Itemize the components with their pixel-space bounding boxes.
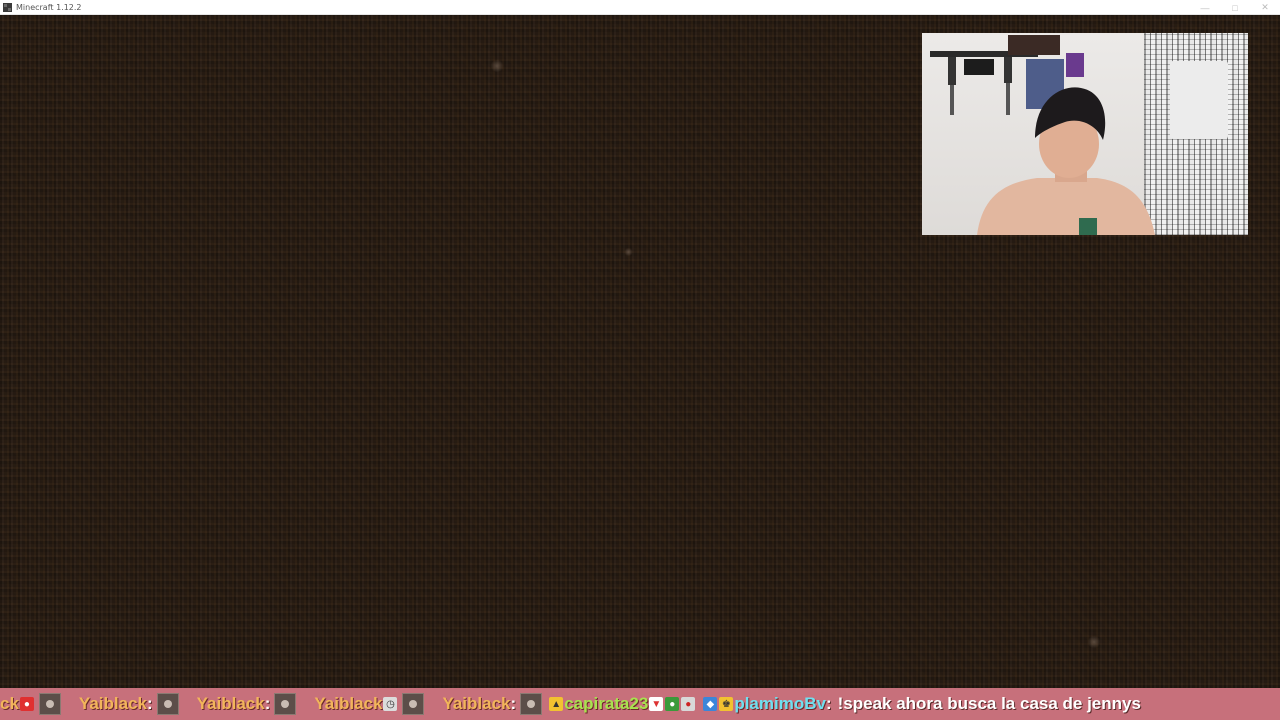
avatar	[402, 693, 425, 715]
maximize-icon[interactable]: □	[1220, 0, 1250, 15]
window-title: Minecraft 1.12.2	[16, 2, 82, 12]
badge-icon: ●	[19, 697, 34, 711]
chat-item: ▲ capirata23 ▼ ● ●	[548, 694, 696, 714]
window-titlebar: Minecraft 1.12.2 — □ ✕	[0, 0, 1280, 15]
badge-icon: ◆	[703, 697, 718, 711]
crown-icon: ♚	[719, 697, 734, 711]
chat-item: Yaiblack :	[79, 693, 183, 715]
chat-separator: :	[146, 694, 153, 713]
avatar	[520, 693, 543, 715]
webcam-poster	[1066, 53, 1084, 77]
badge-icon: ▼	[649, 697, 664, 711]
chat-item: Yaiblack ◷	[314, 693, 428, 715]
avatar	[156, 693, 179, 715]
chat-separator: :	[264, 694, 271, 713]
minimize-icon[interactable]: —	[1190, 0, 1220, 15]
chat-username: Yaiblack	[442, 694, 511, 713]
chat-username: ck	[0, 694, 19, 713]
clock-icon: ◷	[383, 697, 398, 711]
webcam-mirror	[1170, 61, 1228, 139]
avatar	[38, 693, 61, 715]
chat-message: !speak ahora busca la casa de jennys	[837, 694, 1141, 713]
dirt-speck	[490, 60, 504, 72]
chat-item: ◆ ♚ plamimoBv : !speak ahora busca la ca…	[702, 694, 1141, 714]
streamer-image	[977, 87, 1155, 235]
badge-icon: ▲	[549, 697, 564, 711]
chat-separator: :	[825, 694, 832, 713]
chat-item: ck ●	[0, 693, 65, 715]
badge-icon: ●	[665, 697, 680, 711]
chat-username: Yaiblack	[196, 694, 265, 713]
chat-username: Yaiblack	[78, 694, 147, 713]
chat-username: Yaiblack	[314, 694, 383, 713]
webcam-poster	[1008, 35, 1060, 55]
close-icon[interactable]: ✕	[1250, 0, 1280, 15]
chat-separator: :	[510, 694, 517, 713]
minecraft-icon	[3, 2, 12, 12]
chat-username: plamimoBv	[734, 694, 826, 713]
chat-ticker: ck ● Yaiblack : Yaiblack : Yaiblack ◷ Ya…	[0, 688, 1280, 720]
avatar	[274, 693, 297, 715]
chat-item: Yaiblack :	[442, 693, 546, 715]
dirt-speck	[624, 248, 633, 256]
dirt-speck	[1088, 635, 1100, 649]
chat-username: capirata23	[564, 694, 649, 713]
badge-icon: ●	[681, 697, 696, 711]
webcam-overlay	[922, 33, 1248, 235]
chat-item: Yaiblack :	[197, 693, 301, 715]
